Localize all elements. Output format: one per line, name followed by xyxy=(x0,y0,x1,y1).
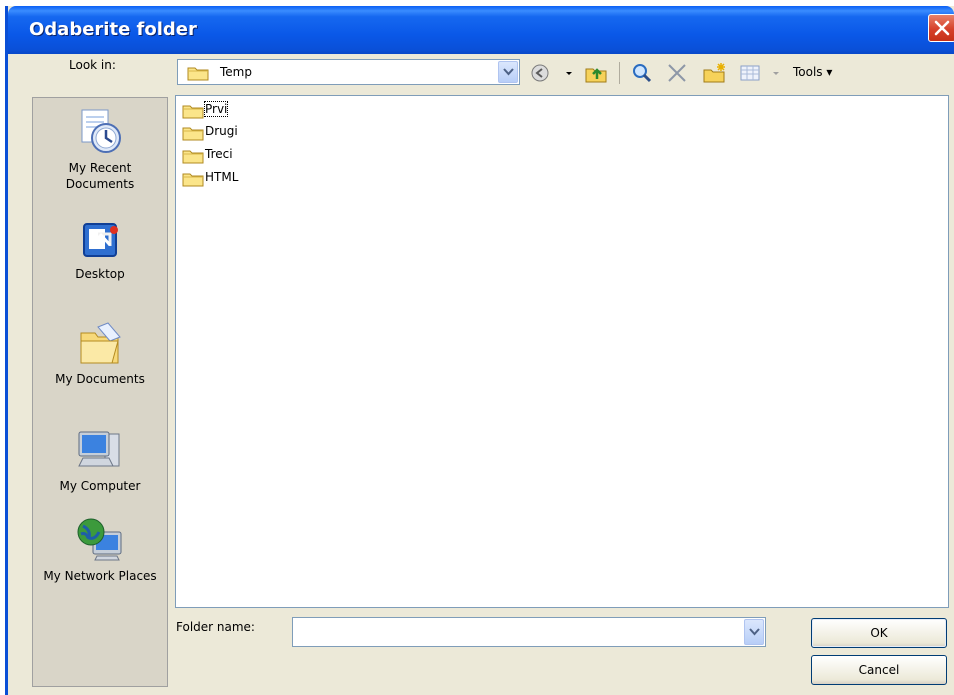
network-places-icon xyxy=(77,518,122,561)
ok-button[interactable]: OK xyxy=(811,618,947,648)
delete-icon[interactable] xyxy=(666,62,688,84)
place-label: My Documents xyxy=(55,372,145,386)
folder-name-input[interactable] xyxy=(296,623,740,639)
list-item-label: HTML xyxy=(205,170,239,184)
folder-icon xyxy=(182,150,204,164)
folder-icon xyxy=(182,127,204,141)
close-icon xyxy=(934,20,950,36)
up-folder-icon[interactable] xyxy=(584,62,608,84)
place-my-computer[interactable]: My Computer xyxy=(33,428,167,494)
recent-documents-icon xyxy=(81,109,121,153)
cancel-button[interactable]: Cancel xyxy=(811,655,947,685)
file-list[interactable]: Prvi Drugi Treci HTML xyxy=(175,95,949,608)
place-label: My Computer xyxy=(59,479,141,493)
lookin-dropdown[interactable]: Temp xyxy=(177,59,520,85)
list-item-label: Prvi xyxy=(203,101,229,117)
folder-name-label: Folder name: xyxy=(176,620,255,634)
folder-name-combo[interactable] xyxy=(292,617,766,647)
views-icon[interactable] xyxy=(739,62,761,84)
lookin-label: Look in: xyxy=(69,58,116,72)
folder-name-dropdown-button[interactable] xyxy=(744,619,764,645)
place-label: Desktop xyxy=(75,267,125,281)
back-dropdown-icon[interactable] xyxy=(565,62,573,84)
my-documents-icon xyxy=(80,322,121,364)
window-title: Odaberite folder xyxy=(29,19,197,40)
folder-icon xyxy=(187,67,209,81)
place-label: My Recent Documents xyxy=(65,161,135,191)
chevron-down-icon xyxy=(749,628,760,636)
folder-icon xyxy=(182,105,204,119)
place-my-documents[interactable]: My Documents xyxy=(33,321,167,387)
close-button[interactable] xyxy=(928,14,954,42)
list-item-label: Drugi xyxy=(205,124,238,138)
desktop-icon xyxy=(83,223,118,257)
new-folder-icon[interactable] xyxy=(702,62,728,84)
my-computer-icon xyxy=(78,431,120,467)
search-web-icon[interactable] xyxy=(631,62,653,84)
tools-menu[interactable]: Tools ▾ xyxy=(793,65,832,79)
folder-icon xyxy=(182,173,204,187)
toolbar-separator xyxy=(619,62,620,84)
place-desktop[interactable]: Desktop xyxy=(33,218,167,282)
lookin-value: Temp xyxy=(220,65,252,79)
place-network-places[interactable]: My Network Places xyxy=(33,516,167,584)
place-label: My Network Places xyxy=(43,569,157,583)
back-icon[interactable] xyxy=(530,62,550,84)
views-dropdown-icon[interactable] xyxy=(772,62,780,84)
places-bar: My Recent Documents Desktop My Documents… xyxy=(32,97,168,687)
list-item-label: Treci xyxy=(205,147,233,161)
lookin-dropdown-button[interactable] xyxy=(498,61,518,83)
place-recent-documents[interactable]: My Recent Documents xyxy=(33,108,167,192)
chevron-down-icon xyxy=(503,68,514,76)
title-bar[interactable]: Odaberite folder xyxy=(8,6,954,54)
tools-dropdown-icon: ▾ xyxy=(826,65,833,79)
